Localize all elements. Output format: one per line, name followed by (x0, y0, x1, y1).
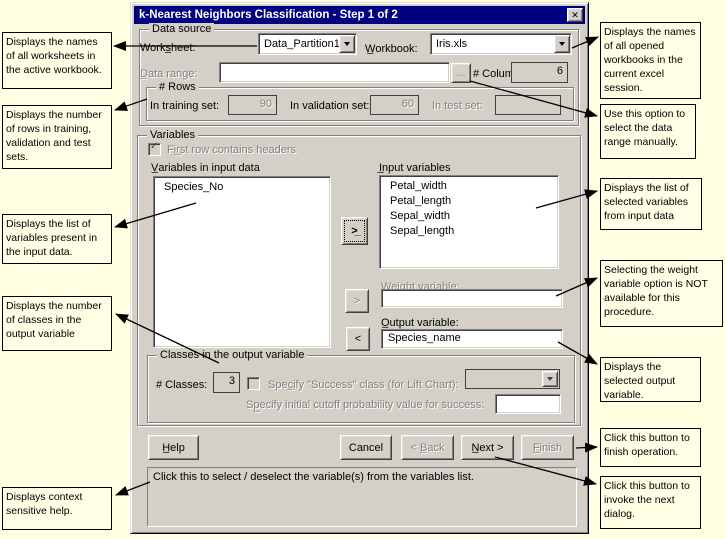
list-item[interactable]: Petal_width (380, 179, 558, 194)
workbook-value: Iris.xls (436, 36, 467, 52)
worksheet-dropdown-button[interactable] (339, 35, 355, 53)
data-range-label: D̲ata range: (140, 68, 197, 81)
workbook-dropdown-button[interactable] (554, 35, 570, 53)
validation-set-label: In validation set: (290, 100, 370, 113)
test-set-count (495, 95, 561, 115)
callout-weight-variable: Selecting the weight variable option is … (600, 260, 723, 327)
workbook-dropdown[interactable]: Iris.xls (430, 33, 572, 55)
rows-legend: # Rows (156, 81, 199, 94)
dropdown-arrow-icon (547, 377, 553, 381)
input-variables-label: I̲nput variables (379, 162, 451, 175)
worksheet-label: Works̲heet: (140, 42, 195, 55)
output-variable-field[interactable]: Species_name (381, 329, 563, 349)
data-range-browse-button[interactable]: ... (451, 63, 471, 83)
dropdown-arrow-icon (559, 42, 565, 46)
title-bar: k-Nearest Neighbors Classification - Ste… (134, 6, 585, 24)
success-class-dropdown (465, 369, 560, 389)
first-row-checkbox: ✓ (148, 143, 161, 156)
context-help-box: Click this to select / deselect the vari… (147, 467, 577, 527)
callout-rows: Displays the number of rows in training,… (2, 105, 112, 169)
knn-classification-dialog: k-Nearest Neighbors Classification - Ste… (130, 2, 589, 534)
variables-in-input-list[interactable]: Species_No (153, 176, 331, 348)
callout-worksheets: Displays the names of all worksheets in … (2, 32, 112, 89)
test-set-label: In test set: (432, 100, 483, 113)
back-button: < B̲ack (401, 435, 454, 460)
callout-input-variables: Displays the list of variables present i… (2, 214, 112, 264)
validation-set-count: 60 (370, 95, 419, 115)
finish-button: F̲inish (521, 435, 574, 460)
cutoff-field[interactable] (495, 394, 561, 414)
callout-classes: Displays the number of classes in the ou… (2, 296, 112, 351)
callout-context-help: Displays context sensitive help. (2, 487, 112, 530)
data-source-legend: Data source (149, 23, 214, 36)
callout-finish: Click this button to finish operation. (600, 428, 701, 467)
classes-legend: Classes in the output variable (157, 349, 307, 362)
cutoff-label: Sp̲ecify initial cutoff probability valu… (246, 399, 484, 412)
tutorial-page: Displays the names of all worksheets in … (0, 0, 725, 539)
callout-next: Click this button to invoke the next dia… (600, 476, 701, 529)
cancel-button[interactable]: Cancel (340, 435, 392, 460)
move-all-button[interactable]: >̲ (341, 217, 368, 245)
move-button: > (345, 289, 369, 313)
workbook-label: W̲orkbook: (365, 43, 418, 56)
dropdown-arrow-icon (344, 42, 350, 46)
list-item[interactable]: Species_No (154, 180, 330, 195)
close-icon: ✕ (571, 10, 579, 21)
training-set-label: In training set: (150, 100, 219, 113)
success-class-label: Spec̲ify "Success" class (for Lift Chart… (268, 379, 459, 392)
next-button[interactable]: N̲ext > (461, 435, 514, 460)
success-dropdown-button (542, 371, 558, 387)
success-class-checkbox (247, 377, 260, 390)
dialog-title: k-Nearest Neighbors Classification - Ste… (139, 9, 398, 21)
list-item[interactable]: Petal_length (380, 194, 558, 209)
close-button[interactable]: ✕ (567, 8, 583, 22)
data-range-field (219, 62, 450, 83)
training-set-count: 90 (228, 95, 277, 115)
first-row-checkbox-label: Fir̲st row contains headers (167, 144, 296, 157)
classes-count: 3 (213, 372, 240, 393)
worksheet-dropdown[interactable]: Data_Partition1 (258, 33, 357, 55)
callout-output-variable: Displays the selected output variable. (600, 357, 701, 402)
worksheet-value: Data_Partition1 (264, 36, 340, 52)
remove-button[interactable]: < (346, 327, 370, 351)
callout-workbooks: Displays the names of all opened workboo… (600, 22, 701, 99)
help-button[interactable]: H̲elp (148, 435, 199, 460)
columns-count: 6 (511, 62, 568, 83)
callout-selected-variables: Displays the list of selected variables … (600, 178, 702, 230)
list-item[interactable]: Sepal_width (380, 209, 558, 224)
ellipsis-icon: ... (456, 67, 465, 79)
input-variables-list[interactable]: Petal_width Petal_length Sepal_width Sep… (379, 175, 559, 269)
weight-variable-field (381, 289, 563, 308)
list-item[interactable]: Sepal_length (380, 224, 558, 239)
callout-data-range: Use this option to select the data range… (600, 104, 696, 159)
variables-in-input-label: V̲ariables in input data (151, 162, 260, 175)
check-icon: ✓ (150, 141, 158, 152)
classes-count-label: # Classes: (156, 379, 207, 392)
